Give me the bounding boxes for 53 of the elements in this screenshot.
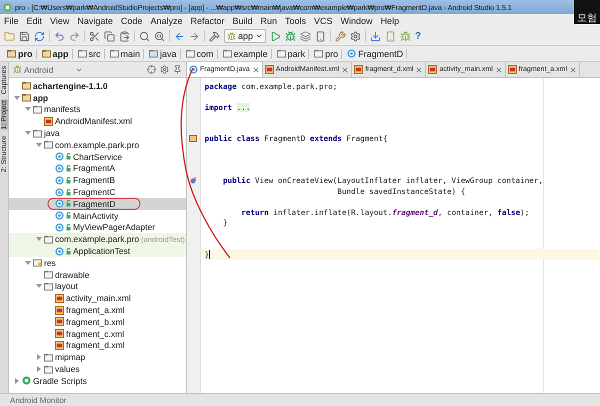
tree-item[interactable]: fragment_d.xml [9, 340, 186, 352]
tree-item[interactable]: java [9, 127, 186, 139]
breadcrumb-item[interactable]: example [220, 48, 272, 58]
tree-item[interactable]: AndroidManifest.xml [9, 115, 186, 128]
menu-item[interactable]: View [50, 16, 70, 26]
tree-item[interactable]: ApplicationTest [9, 245, 186, 257]
menu-item[interactable]: File [4, 16, 19, 26]
run-configuration-dropdown[interactable]: app [224, 29, 266, 43]
tree-item[interactable]: fragment_a.xml [9, 304, 186, 316]
breadcrumb-item[interactable]: park [274, 48, 310, 58]
menu-item[interactable]: Run [260, 16, 278, 26]
tree-item[interactable]: ChartService [9, 150, 186, 163]
menu-item[interactable]: Help [380, 16, 400, 26]
tree-item[interactable]: MainActivity [9, 210, 186, 222]
help-button[interactable]: ? [415, 30, 422, 42]
tree-item[interactable]: manifests [9, 104, 186, 116]
tree-item[interactable]: FragmentD [9, 198, 186, 210]
breadcrumb-item[interactable]: app [38, 48, 73, 58]
menu-item[interactable]: Navigate [77, 16, 113, 26]
menu-item[interactable]: Analyze [150, 16, 182, 26]
tree-item[interactable]: achartengine-1.1.0 [9, 80, 186, 92]
menu-item[interactable]: VCS [314, 16, 333, 26]
breadcrumb-item[interactable]: main [106, 48, 144, 58]
tree-item[interactable]: FragmentB [9, 174, 186, 186]
breadcrumb-item[interactable]: java [146, 48, 181, 58]
tree-item[interactable]: fragment_b.xml [9, 316, 186, 328]
tree-item[interactable]: layout [9, 280, 186, 292]
tree-item[interactable]: MyViewPagerAdapter [9, 222, 186, 234]
tree-item[interactable]: drawable [9, 268, 186, 281]
tree-item[interactable]: activity_main.xml [9, 292, 186, 304]
tree-item[interactable]: FragmentA [9, 162, 186, 174]
tree-item[interactable]: values [9, 363, 186, 375]
breadcrumb-item[interactable]: src [74, 48, 105, 58]
tree-item[interactable]: res [9, 256, 186, 269]
menu-item[interactable]: Window [340, 16, 373, 26]
tree-item[interactable]: app [9, 92, 186, 104]
menu-item[interactable]: Edit [26, 16, 42, 26]
tree-item[interactable]: FragmentC [9, 186, 186, 198]
breadcrumb-item[interactable]: FragmentD [344, 48, 408, 58]
breadcrumb-item[interactable]: pro [4, 48, 36, 58]
view-dropdown[interactable]: Android [13, 64, 83, 74]
tree-item[interactable]: com.example.park.pro [9, 138, 186, 151]
breadcrumb-item[interactable]: pro [311, 48, 342, 58]
tree-item[interactable]: Gradle Scripts [9, 374, 186, 387]
tree-item[interactable]: mipmap [9, 351, 186, 364]
menu-item[interactable]: Refactor [190, 16, 224, 26]
menu-item[interactable]: Code [120, 16, 142, 26]
overlay-label: 모험 [574, 0, 600, 24]
menu-item[interactable]: Tools [285, 16, 306, 26]
tree-item[interactable]: fragment_c.xml [9, 328, 186, 340]
menu-item[interactable]: Build [232, 16, 252, 26]
breadcrumb-item[interactable]: com [182, 48, 218, 58]
tool-window-label[interactable]: Android Monitor [10, 396, 66, 404]
